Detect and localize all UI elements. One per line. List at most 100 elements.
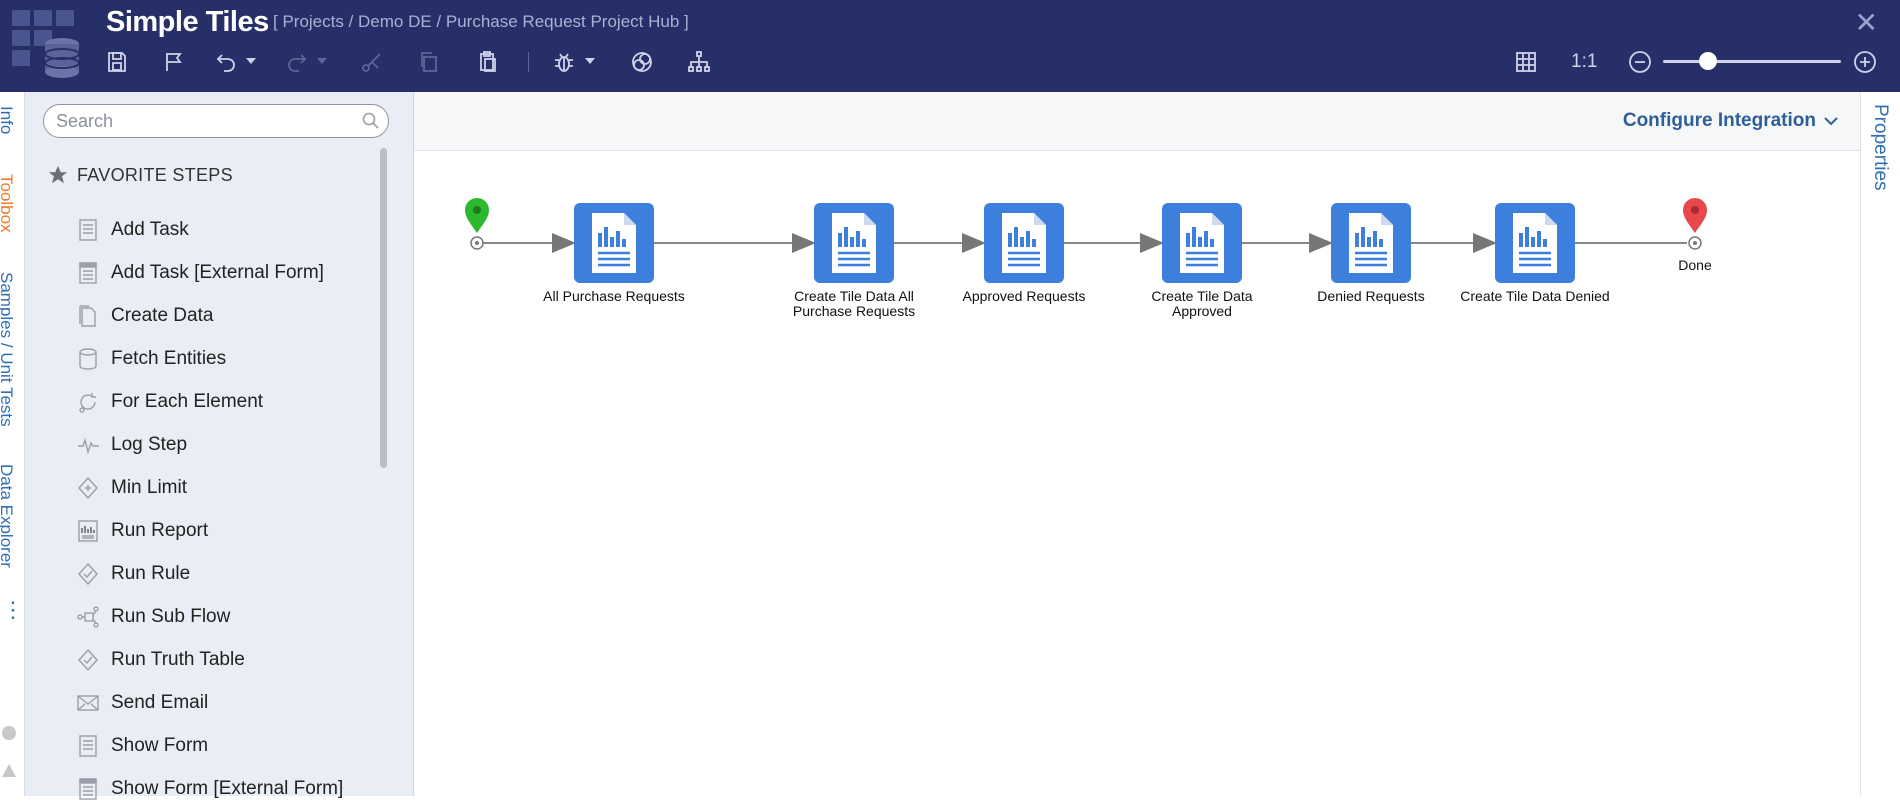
save-icon[interactable]: [103, 48, 131, 76]
app-title: Simple Tiles: [106, 6, 269, 38]
start-pin-icon[interactable]: [465, 198, 489, 250]
pages-icon: [77, 304, 99, 328]
hierarchy-icon[interactable]: [685, 48, 713, 76]
toolbox-step-run-truth-table[interactable]: Run Truth Table: [77, 638, 343, 681]
toolbox-step-label: For Each Element: [111, 390, 264, 412]
flow-canvas[interactable]: All Purchase Requests Create Tile Data Al…: [414, 151, 1860, 796]
tab-data-explorer[interactable]: Data Explorer: [0, 464, 16, 568]
tab-toolbox[interactable]: Toolbox: [0, 174, 16, 233]
flow-node-report-icon[interactable]: [1495, 203, 1575, 283]
configure-integration-button[interactable]: Configure Integration: [1623, 110, 1838, 132]
redo-icon[interactable]: [283, 48, 311, 76]
end-pin-icon[interactable]: [1683, 198, 1707, 250]
tab-info[interactable]: Info: [0, 106, 16, 134]
toolbox-scrollbar[interactable]: [380, 148, 387, 468]
form-icon: [77, 218, 99, 242]
configure-integration-label: Configure Integration: [1622, 110, 1816, 131]
canvas-header: Configure Integration: [414, 92, 1860, 151]
cut-icon[interactable]: [358, 48, 386, 76]
copy-icon[interactable]: [415, 48, 443, 76]
external-form-icon: [77, 777, 99, 801]
form-icon: [77, 734, 99, 758]
loop-icon: [77, 390, 99, 414]
toolbox-step-run-report[interactable]: Run Report: [77, 509, 343, 552]
app-logo-icon: [12, 10, 80, 78]
right-tab-strip: Properties: [1860, 92, 1900, 796]
star-icon: [48, 165, 68, 184]
info-status-icon[interactable]: [2, 726, 16, 740]
flow-node-label: Create Tile Data Denied: [1460, 288, 1610, 304]
toolbar-separator: [528, 52, 529, 72]
left-tab-strip: Info Toolbox Samples / Unit Tests Data E…: [0, 92, 25, 796]
toolbox-step-min-limit[interactable]: Min Limit: [77, 466, 343, 509]
redo-dropdown-icon[interactable]: [317, 58, 327, 64]
toolbox-step-run-rule[interactable]: Run Rule: [77, 552, 343, 595]
subflow-icon: [77, 605, 99, 629]
debug-icon[interactable]: [550, 48, 578, 76]
toolbox-step-log-step[interactable]: Log Step: [77, 423, 343, 466]
search-input[interactable]: [54, 110, 358, 133]
flow-node-report-icon[interactable]: [984, 203, 1064, 283]
paste-icon[interactable]: [474, 48, 502, 76]
toolbox-step-show-form-external-form[interactable]: Show Form [External Form]: [77, 767, 343, 810]
toolbox-step-label: Show Form: [111, 734, 209, 756]
toolbox-step-label: Run Truth Table: [111, 648, 245, 670]
toolbox-step-label: Run Rule: [111, 562, 191, 584]
debug-dropdown-icon[interactable]: [585, 58, 595, 64]
toolbox-step-label: Send Email: [111, 691, 209, 713]
toolbox-step-add-task[interactable]: Add Task: [77, 208, 343, 251]
flag-icon[interactable]: [160, 48, 188, 76]
flow-node-report-icon[interactable]: [1331, 203, 1411, 283]
toolbox-panel: FAVORITE STEPS Add Task Add Task [Externa…: [25, 92, 414, 800]
zoom-ratio-button[interactable]: 1:1: [1571, 51, 1597, 73]
rule-icon: [77, 562, 99, 586]
toolbox-step-add-task-external-form[interactable]: Add Task [External Form]: [77, 251, 343, 294]
toolbox-step-send-email[interactable]: Send Email: [77, 681, 343, 724]
pulse-icon: [77, 433, 99, 457]
report-icon: [77, 519, 99, 543]
tab-samples-unit-tests[interactable]: Samples / Unit Tests: [0, 272, 16, 427]
toolbox-step-run-sub-flow[interactable]: Run Sub Flow: [77, 595, 343, 638]
toolbox-step-fetch-entities[interactable]: Fetch Entities: [77, 337, 343, 380]
toolbox-step-create-data[interactable]: Create Data: [77, 294, 343, 337]
tab-properties[interactable]: Properties: [1869, 104, 1891, 191]
favorite-steps-heading[interactable]: FAVORITE STEPS: [47, 164, 233, 186]
toolbox-step-label: Run Report: [111, 519, 209, 541]
zoom-slider-handle[interactable]: [1698, 52, 1717, 70]
diamond-icon: [77, 476, 99, 500]
undo-dropdown-icon[interactable]: [246, 58, 256, 64]
database-icon: [77, 347, 99, 371]
toolbox-step-show-form[interactable]: Show Form: [77, 724, 343, 767]
toolbox-step-label: Add Task [External Form]: [111, 261, 324, 283]
grid-icon[interactable]: [1512, 48, 1540, 76]
flow-node-label: Approved Requests: [962, 288, 1086, 304]
top-bar: Simple Tiles [ Projects / Demo DE / Purc…: [0, 0, 1900, 92]
toolbox-step-label: Fetch Entities: [111, 347, 227, 369]
undo-icon[interactable]: [212, 48, 240, 76]
more-tabs-icon[interactable]: ⋮: [2, 599, 24, 621]
toolbox-step-label: Log Step: [111, 433, 188, 455]
close-icon[interactable]: ✕: [1855, 6, 1878, 39]
toolbox-step-for-each-element[interactable]: For Each Element: [77, 380, 343, 423]
email-icon: [77, 691, 99, 715]
overlap-icon[interactable]: [628, 48, 656, 76]
external-form-icon: [77, 261, 99, 285]
flow-node-report-icon[interactable]: [814, 203, 894, 283]
zoom-slider[interactable]: [1663, 60, 1841, 63]
search-icon[interactable]: [362, 112, 380, 130]
favorite-steps-label: FAVORITE STEPS: [77, 164, 233, 185]
breadcrumb: [ Projects / Demo DE / Purchase Request …: [273, 12, 689, 31]
search-box: [43, 104, 389, 138]
toolbox-step-label: Min Limit: [111, 476, 188, 498]
favorite-steps-list: Add Task Add Task [External Form] Create D…: [77, 208, 343, 810]
flow-node-report-icon[interactable]: [1162, 203, 1242, 283]
zoom-in-icon[interactable]: [1851, 48, 1879, 76]
flow-node-label: Create Tile Data All Purchase Requests: [792, 288, 916, 319]
flow-node-report-icon[interactable]: [574, 203, 654, 283]
toolbox-step-label: Run Sub Flow: [111, 605, 231, 627]
done-label: Done: [1678, 257, 1712, 273]
toolbox-step-label: Show Form [External Form]: [111, 777, 344, 799]
chevron-down-icon: [1824, 117, 1838, 126]
warning-status-icon[interactable]: [2, 764, 16, 777]
zoom-out-icon[interactable]: [1626, 48, 1654, 76]
